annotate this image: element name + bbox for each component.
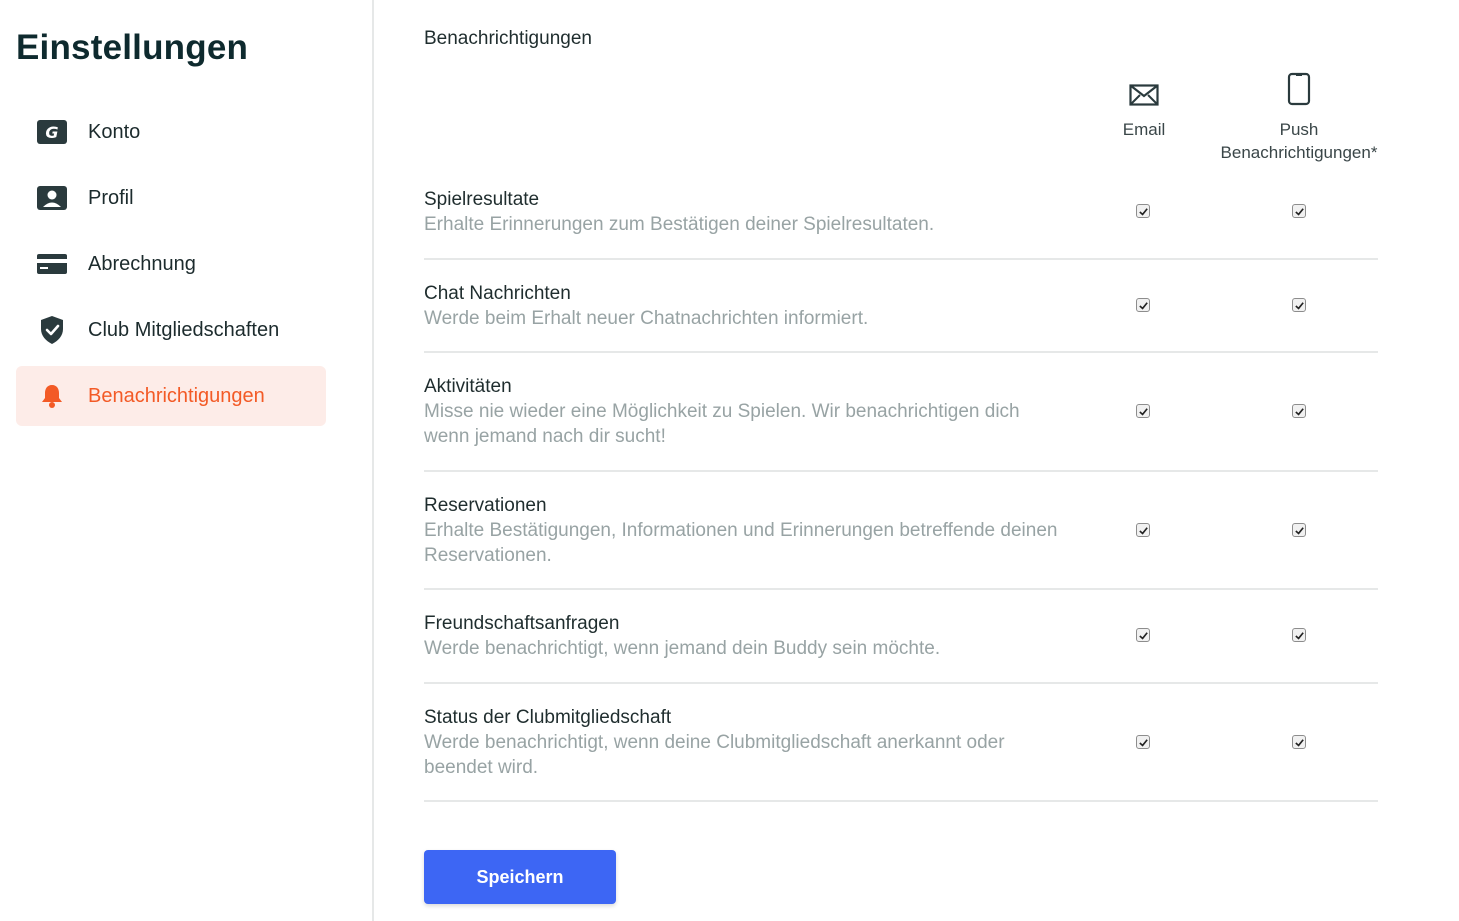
push-checkbox[interactable] <box>1292 404 1306 418</box>
shield-check-icon <box>36 314 68 346</box>
column-header-push: Push Benachrichtigungen* <box>1214 72 1384 164</box>
sidebar-nav: G Konto Profil Abrechnung Club Mitglieds… <box>16 102 326 432</box>
email-checkbox[interactable] <box>1136 735 1150 749</box>
page-title: Einstellungen <box>16 28 249 67</box>
credit-card-icon <box>36 248 68 280</box>
main-content: Benachrichtigungen Email Push Benachrich… <box>424 0 1424 921</box>
email-checkbox[interactable] <box>1136 298 1150 312</box>
sidebar-item-profil[interactable]: Profil <box>16 168 326 228</box>
sidebar-item-label: Club Mitgliedschaften <box>88 318 280 341</box>
setting-title: Freundschaftsanfragen <box>424 613 620 634</box>
save-button[interactable]: Speichern <box>424 850 616 904</box>
setting-description: Misse nie wieder eine Möglichkeit zu Spi… <box>424 401 1020 447</box>
setting-description: Werde benachrichtigt, wenn jemand dein B… <box>424 638 941 659</box>
setting-description: Erhalte Erinnerungen zum Bestätigen dein… <box>424 214 935 235</box>
setting-row-aktivitaeten: Aktivitäten Misse nie wieder eine Möglic… <box>424 353 1378 472</box>
push-checkbox[interactable] <box>1292 204 1306 218</box>
setting-title: Chat Nachrichten <box>424 283 571 304</box>
setting-row-freundschaftsanfragen: Freundschaftsanfragen Werde benachrichti… <box>424 590 1378 684</box>
notification-settings-list: Spielresultate Erhalte Erinnerungen zum … <box>424 166 1378 802</box>
konto-icon: G <box>36 116 68 148</box>
setting-description: Erhalte Bestätigungen, Informationen und… <box>424 520 1058 566</box>
envelope-icon <box>1104 72 1184 106</box>
sidebar-item-label: Abrechnung <box>88 252 196 275</box>
sidebar-item-club-mitgliedschaften[interactable]: Club Mitgliedschaften <box>16 300 326 360</box>
email-checkbox[interactable] <box>1136 523 1150 537</box>
column-label-push-sub: Benachrichtigungen* <box>1220 143 1378 162</box>
setting-row-spielresultate: Spielresultate Erhalte Erinnerungen zum … <box>424 166 1378 260</box>
push-checkbox[interactable] <box>1292 523 1306 537</box>
setting-row-clubmitgliedschaft-status: Status der Clubmitgliedschaft Werde bena… <box>424 684 1378 802</box>
setting-title: Reservationen <box>424 495 547 516</box>
column-label-push: Push <box>1279 120 1319 139</box>
setting-title: Status der Clubmitgliedschaft <box>424 707 672 728</box>
sidebar-item-abrechnung[interactable]: Abrechnung <box>16 234 326 294</box>
setting-description: Werde benachrichtigt, wenn deine Clubmit… <box>424 732 1005 778</box>
setting-row-chat-nachrichten: Chat Nachrichten Werde beim Erhalt neuer… <box>424 260 1378 353</box>
setting-row-reservationen: Reservationen Erhalte Bestätigungen, Inf… <box>424 472 1378 590</box>
bell-icon <box>36 380 68 412</box>
push-checkbox[interactable] <box>1292 298 1306 312</box>
sidebar-item-benachrichtigungen[interactable]: Benachrichtigungen <box>16 366 326 426</box>
smartphone-icon <box>1214 72 1384 106</box>
push-checkbox[interactable] <box>1292 628 1306 642</box>
sidebar-item-label: Benachrichtigungen <box>88 384 265 407</box>
setting-title: Spielresultate <box>424 189 540 210</box>
email-checkbox[interactable] <box>1136 204 1150 218</box>
sidebar-item-label: Konto <box>88 120 141 143</box>
setting-title: Aktivitäten <box>424 376 512 397</box>
setting-description: Werde beim Erhalt neuer Chatnachrichten … <box>424 308 869 329</box>
sidebar: Einstellungen G Konto Profil Abrechnung … <box>0 0 374 921</box>
push-checkbox[interactable] <box>1292 735 1306 749</box>
svg-text:G: G <box>45 123 58 142</box>
sidebar-item-label: Profil <box>88 186 134 209</box>
email-checkbox[interactable] <box>1136 404 1150 418</box>
column-label-email: Email <box>1122 120 1166 139</box>
section-title: Benachrichtigungen <box>424 28 592 49</box>
sidebar-item-konto[interactable]: G Konto <box>16 102 326 162</box>
column-header-email: Email <box>1104 72 1184 141</box>
email-checkbox[interactable] <box>1136 628 1150 642</box>
profile-icon <box>36 182 68 214</box>
